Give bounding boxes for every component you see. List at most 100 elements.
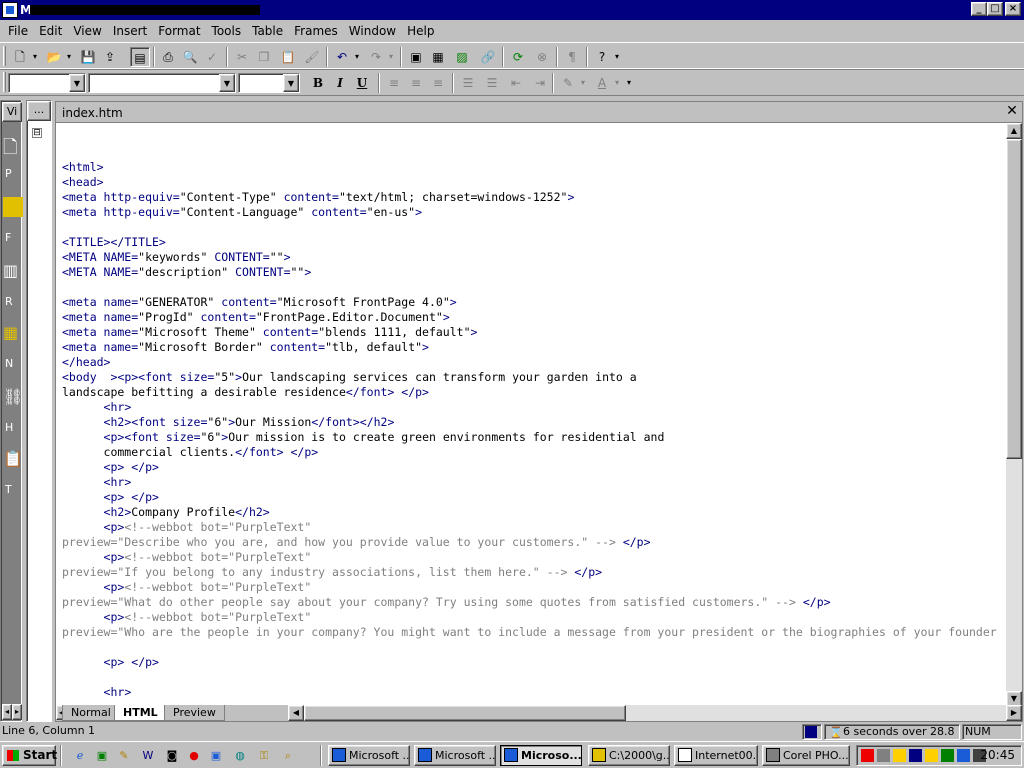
scroll-right-icon[interactable]: ▶ xyxy=(1006,705,1022,721)
code-line[interactable]: <hr> xyxy=(62,685,132,699)
insert-table-icon[interactable]: ▦ xyxy=(428,47,448,67)
vertical-scroll-thumb[interactable] xyxy=(1006,139,1022,459)
style-select[interactable]: ▼ xyxy=(8,73,86,93)
code-line[interactable]: commercial clients.</font> </p> xyxy=(62,445,319,459)
font-select[interactable]: ▼ xyxy=(88,73,236,93)
menu-table[interactable]: Table xyxy=(246,21,288,38)
hyperlinks-view-icon[interactable]: ⛓ xyxy=(3,387,23,413)
align-right-icon[interactable]: ≡ xyxy=(428,73,448,93)
tray-icon[interactable] xyxy=(941,749,954,762)
align-left-icon[interactable]: ≡ xyxy=(384,73,404,93)
chevron-down-icon[interactable]: ▼ xyxy=(283,74,299,92)
scroll-up-icon[interactable]: ▲ xyxy=(1006,123,1022,139)
code-line[interactable]: <meta name="GENERATOR" content="Microsof… xyxy=(62,295,457,309)
menu-file[interactable]: File xyxy=(0,21,33,38)
open-folder-icon[interactable]: 📂 xyxy=(44,47,64,67)
reports-view-icon[interactable]: ▥ xyxy=(3,261,23,287)
volume-icon[interactable] xyxy=(893,749,906,762)
task-button[interactable]: Microsoft ... xyxy=(328,745,410,766)
undo-icon[interactable]: ↶ xyxy=(332,47,352,67)
underline-button[interactable]: U xyxy=(352,73,372,93)
minimize-button[interactable]: _ xyxy=(971,2,987,16)
code-line[interactable]: <meta http-equiv="Content-Language" cont… xyxy=(62,205,422,219)
camera-icon[interactable]: ◙ xyxy=(164,748,180,764)
menu-edit[interactable]: Edit xyxy=(33,21,67,38)
insert-picture-icon[interactable]: ▨ xyxy=(452,47,472,67)
horizontal-scroll-thumb[interactable] xyxy=(304,705,626,721)
html-source-editor[interactable]: <html> <head> <meta http-equiv="Content-… xyxy=(56,123,1006,707)
increase-indent-icon[interactable]: ⇥ xyxy=(530,73,550,93)
new-dropdown-icon[interactable]: ▾ xyxy=(30,47,40,67)
code-line[interactable]: <body ><p><font size="5">Our landscaping… xyxy=(62,370,637,384)
code-line[interactable]: <p> </p> xyxy=(62,460,159,474)
code-line[interactable]: <h2>Company Profile</h2> xyxy=(62,505,270,519)
code-line[interactable]: </head> xyxy=(62,355,110,369)
hyperlink-icon[interactable]: 🔗 xyxy=(478,47,498,67)
code-line[interactable]: <h2><font size="6">Our Mission</font></h… xyxy=(62,415,395,429)
quicklaunch-app-icon[interactable]: ▣ xyxy=(94,748,110,764)
word-icon[interactable]: W xyxy=(140,748,156,764)
tray-icon[interactable] xyxy=(861,749,874,762)
code-line[interactable]: <p><!--webbot bot="PurpleText" xyxy=(62,580,312,594)
open-dropdown-icon[interactable]: ▾ xyxy=(64,47,74,67)
menu-tools[interactable]: Tools xyxy=(206,21,247,38)
cut-icon[interactable]: ✂ xyxy=(232,47,252,67)
code-line[interactable]: preview="If you belong to any industry a… xyxy=(62,565,602,579)
key-icon[interactable]: ⚿ xyxy=(256,748,272,764)
clock[interactable]: 20:45 xyxy=(980,748,1015,762)
code-line[interactable]: <hr> xyxy=(62,475,132,489)
tab-normal[interactable]: Normal xyxy=(62,705,120,721)
menu-help[interactable]: Help xyxy=(401,21,439,38)
toolbar-grip[interactable] xyxy=(3,72,6,92)
refresh-icon[interactable]: ⟳ xyxy=(508,47,528,67)
code-line[interactable]: <meta http-equiv="Content-Type" content=… xyxy=(62,190,574,204)
code-line[interactable]: <meta name="Microsoft Border" content="t… xyxy=(62,340,429,354)
code-line[interactable]: <p><font size="6">Our mission is to crea… xyxy=(62,430,665,444)
code-line[interactable]: <META NAME="keywords" CONTENT=""> xyxy=(62,250,291,264)
folders-view-icon[interactable] xyxy=(3,197,23,217)
task-button[interactable]: Microsoft ... xyxy=(414,745,496,766)
decrease-indent-icon[interactable]: ⇤ xyxy=(506,73,526,93)
tray-icon[interactable] xyxy=(877,749,890,762)
task-button[interactable]: Internet00... xyxy=(674,745,758,766)
align-center-icon[interactable]: ≡ xyxy=(406,73,426,93)
menu-format[interactable]: Format xyxy=(152,21,205,38)
highlight-icon[interactable]: ✎ xyxy=(558,73,578,93)
code-line[interactable]: <p> </p> xyxy=(62,655,159,669)
highlight-dropdown-icon[interactable]: ▾ xyxy=(578,73,588,93)
scroll-left-icon[interactable]: ◀ xyxy=(288,705,304,721)
chevron-down-icon[interactable]: ▼ xyxy=(69,74,85,92)
folder-panel-header[interactable]: ... xyxy=(27,101,51,121)
code-line[interactable]: <p><!--webbot bot="PurpleText" xyxy=(62,550,312,564)
copy-icon[interactable]: ❐ xyxy=(254,47,274,67)
task-button[interactable]: C:\2000\g... xyxy=(588,745,670,766)
print-icon[interactable]: ⎙ xyxy=(158,47,178,67)
tray-icon[interactable] xyxy=(909,749,922,762)
globe-icon[interactable]: ◍ xyxy=(232,748,248,764)
menu-view[interactable]: View xyxy=(67,21,106,38)
menu-window[interactable]: Window xyxy=(343,21,401,38)
bulleted-list-icon[interactable]: ☰ xyxy=(482,73,502,93)
frontpage-app-icon[interactable] xyxy=(2,2,18,18)
redo-icon[interactable]: ↷ xyxy=(366,47,386,67)
help-dropdown-icon[interactable]: ▾ xyxy=(612,47,622,67)
toolbar-options-icon[interactable]: ▾ xyxy=(624,73,634,93)
chevron-down-icon[interactable]: ▼ xyxy=(219,74,235,92)
document-filename[interactable]: index.htm xyxy=(62,106,123,120)
title-bar[interactable]: M _ □ × xyxy=(0,0,1024,20)
redo-dropdown-icon[interactable]: ▾ xyxy=(386,47,396,67)
stop-icon[interactable]: ⊗ xyxy=(532,47,552,67)
show-all-pilcrow-icon[interactable]: ¶ xyxy=(562,47,582,67)
start-button[interactable]: Start xyxy=(2,745,57,766)
font-color-icon[interactable]: A xyxy=(592,73,612,93)
toolbar-grip[interactable] xyxy=(3,46,6,66)
menu-insert[interactable]: Insert xyxy=(107,21,152,38)
tasks-view-icon[interactable]: 📋 xyxy=(3,449,23,475)
scroll-left-icon[interactable]: ◂ xyxy=(2,704,12,720)
tab-html[interactable]: HTML xyxy=(114,705,167,721)
paste-icon[interactable]: 📋 xyxy=(278,47,298,67)
font-size-select[interactable]: ▼ xyxy=(238,73,300,93)
navigation-view-icon[interactable]: ▦ xyxy=(3,323,23,349)
tab-preview[interactable]: Preview xyxy=(164,705,225,721)
close-document-icon[interactable]: ✕ xyxy=(1004,104,1020,120)
